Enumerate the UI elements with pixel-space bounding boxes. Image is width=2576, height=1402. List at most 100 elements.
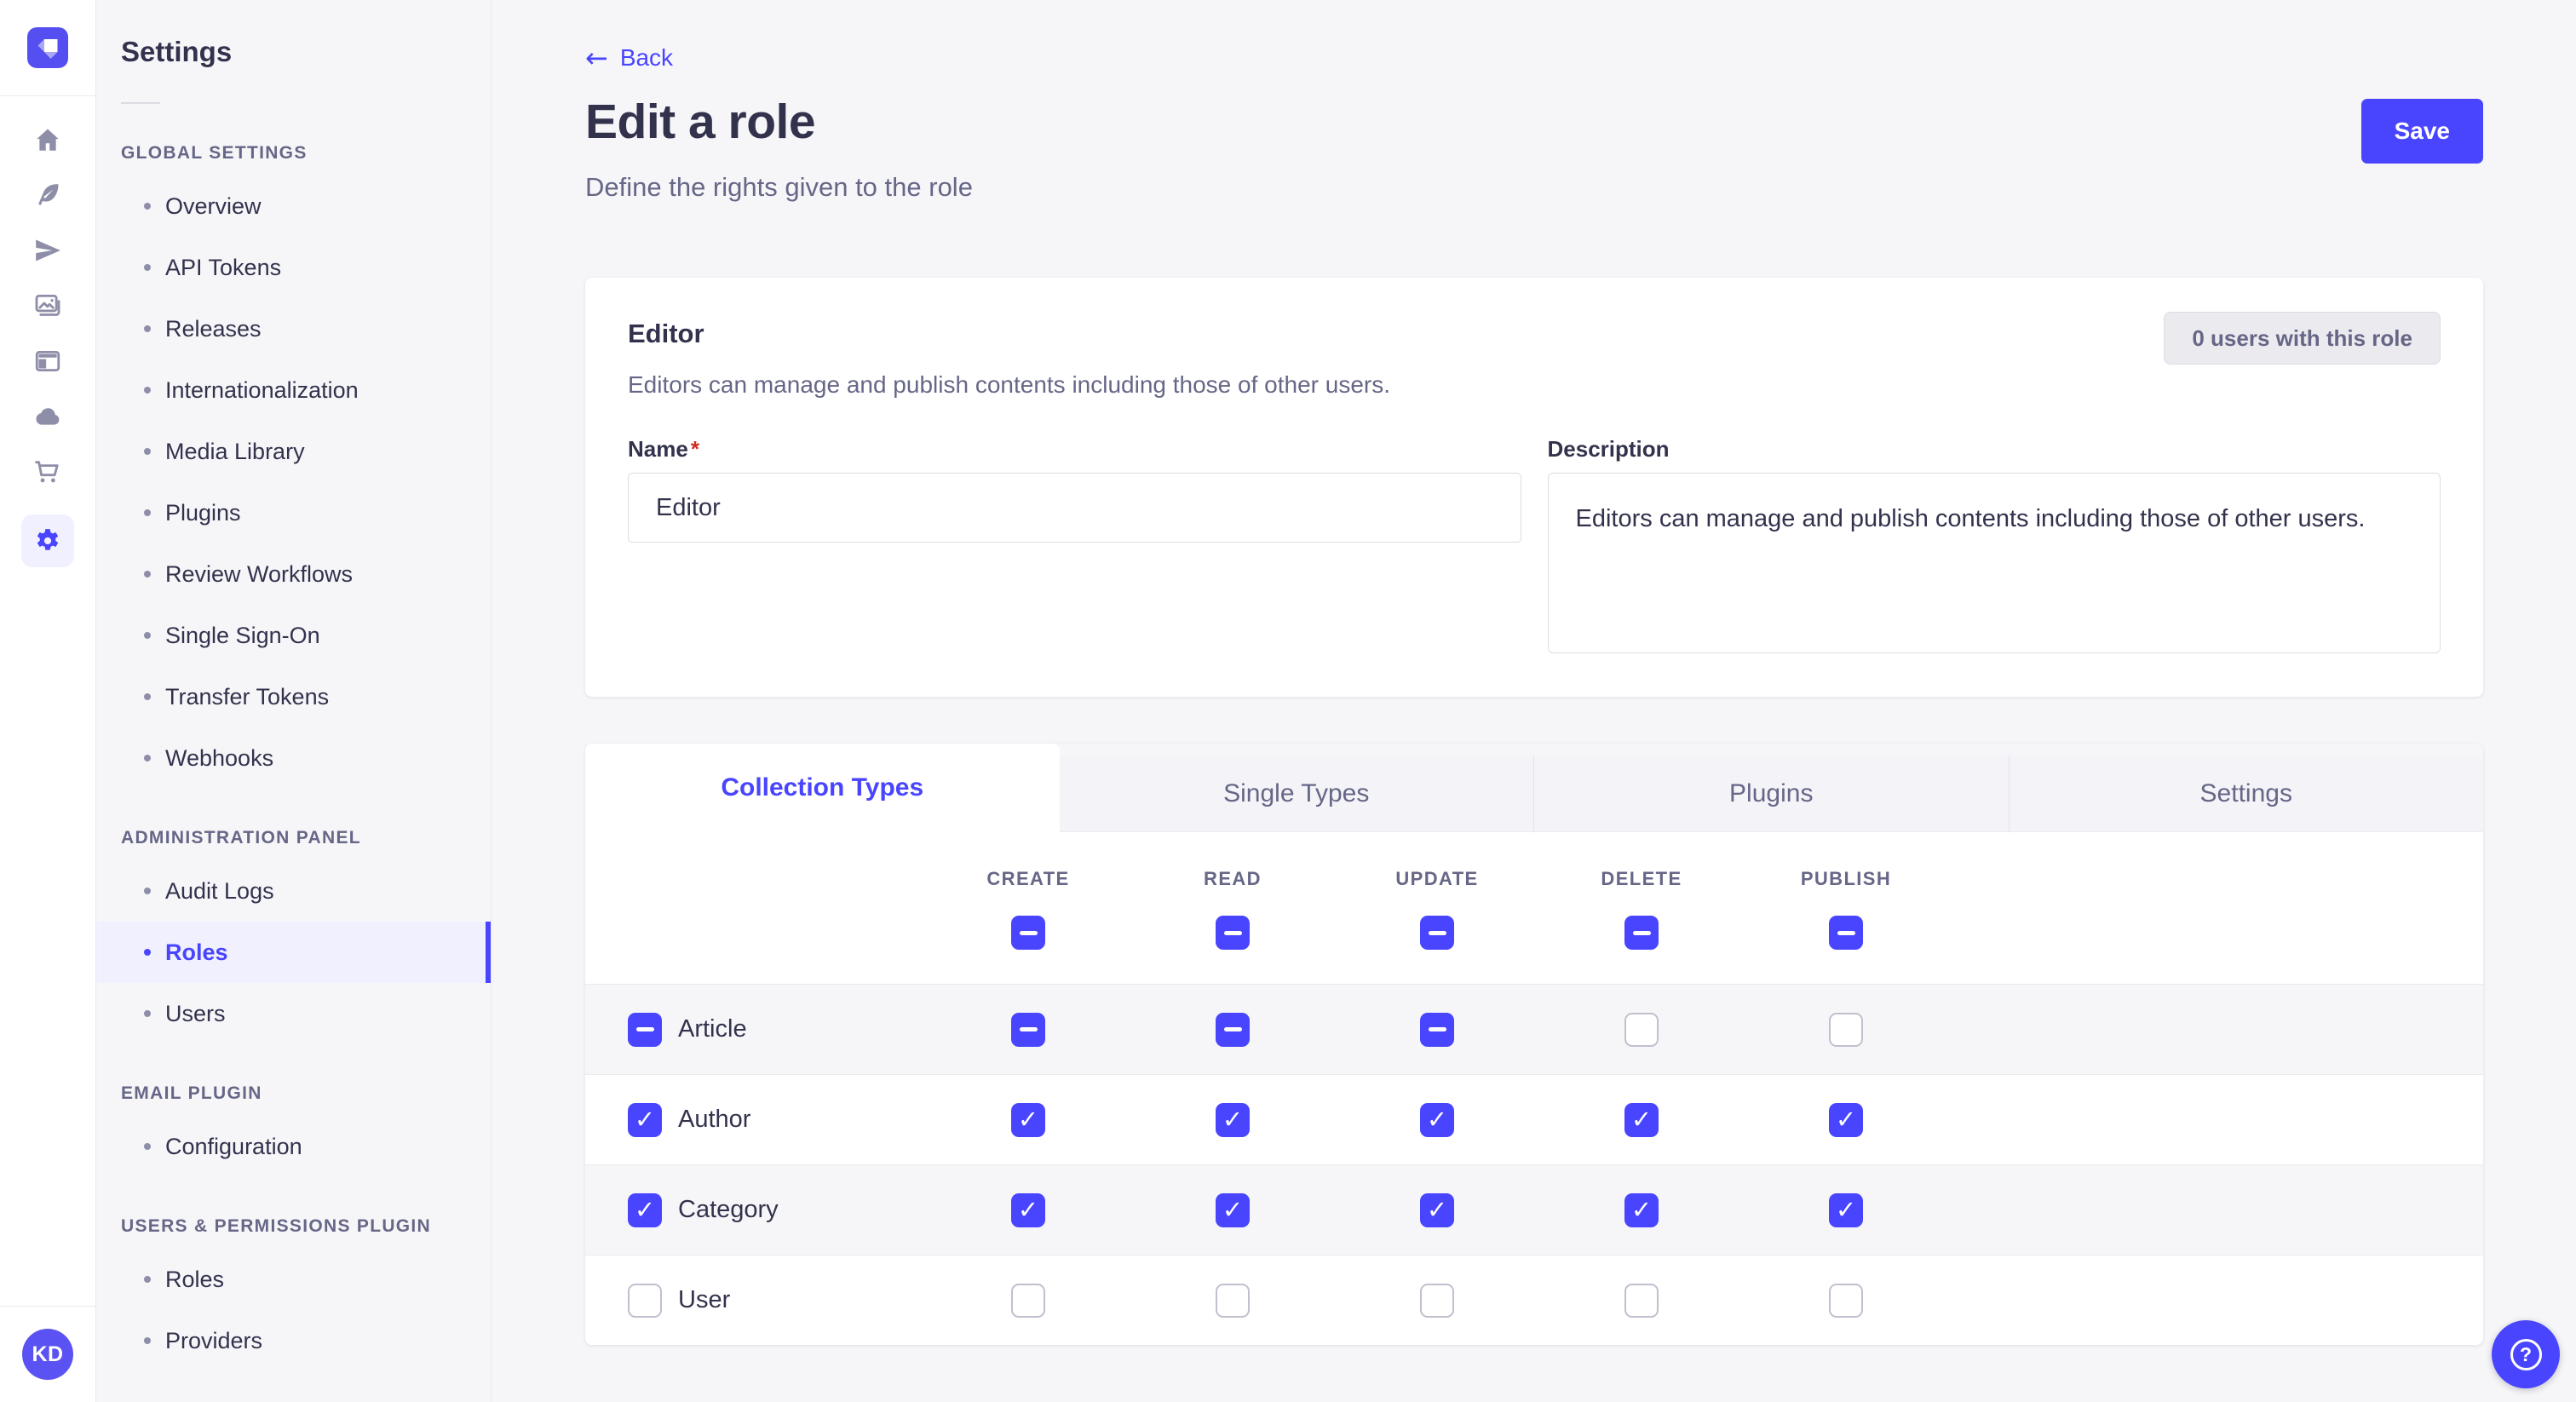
select-all-delete-checkbox[interactable]	[1624, 916, 1659, 950]
row-select-article-checkbox[interactable]	[628, 1013, 662, 1047]
article-read-checkbox[interactable]	[1216, 1013, 1250, 1047]
permissions-tabbar: Collection TypesSingle TypesPluginsSetti…	[585, 744, 2483, 832]
bullet-dot-icon	[144, 387, 151, 394]
sidebar-item-plugins[interactable]: Plugins	[96, 482, 491, 543]
bullet-dot-icon	[144, 509, 151, 516]
sidebar-item-label: Providers	[165, 1328, 262, 1354]
sidebar-item-media-library[interactable]: Media Library	[96, 421, 491, 482]
users-with-role-badge[interactable]: 0 users with this role	[2164, 312, 2441, 365]
select-all-publish-checkbox[interactable]	[1829, 916, 1863, 950]
media-library-icon[interactable]	[32, 290, 64, 322]
sidebar-item-single-sign-on[interactable]: Single Sign-On	[96, 605, 491, 666]
sidebar-item-users[interactable]: Users	[96, 983, 491, 1044]
sidebar-item-label: Single Sign-On	[165, 623, 320, 649]
select-all-read-checkbox[interactable]	[1216, 916, 1250, 950]
sidebar-item-roles[interactable]: Roles	[96, 1249, 491, 1310]
rail-nav-icons	[0, 96, 95, 1306]
permission-row-article: Article	[585, 984, 2483, 1074]
category-read-checkbox[interactable]	[1216, 1193, 1250, 1227]
author-publish-checkbox[interactable]	[1829, 1103, 1863, 1137]
release-plane-icon[interactable]	[32, 234, 64, 267]
subnav-title: Settings	[96, 36, 491, 68]
category-create-checkbox[interactable]	[1011, 1193, 1045, 1227]
subnav-divider	[121, 102, 160, 104]
category-update-checkbox[interactable]	[1420, 1193, 1454, 1227]
tab-single-types[interactable]: Single Types	[1060, 756, 1534, 832]
column-header-delete: Delete	[1539, 868, 1744, 890]
article-update-checkbox[interactable]	[1420, 1013, 1454, 1047]
tab-collection-types[interactable]: Collection Types	[585, 744, 1060, 832]
settings-gear-icon[interactable]	[21, 514, 74, 567]
settings-subnav: Settings Global Settings OverviewAPI Toke…	[96, 0, 492, 1402]
bullet-dot-icon	[144, 1276, 151, 1283]
sidebar-item-api-tokens[interactable]: API Tokens	[96, 237, 491, 298]
article-delete-checkbox[interactable]	[1624, 1013, 1659, 1047]
purchase-cart-icon[interactable]	[32, 456, 64, 488]
sidebar-item-internationalization[interactable]: Internationalization	[96, 359, 491, 421]
author-update-checkbox[interactable]	[1420, 1103, 1454, 1137]
row-label: User	[678, 1286, 730, 1314]
category-publish-checkbox[interactable]	[1829, 1193, 1863, 1227]
sidebar-item-providers[interactable]: Providers	[96, 1310, 491, 1371]
sidebar-item-overview[interactable]: Overview	[96, 175, 491, 237]
article-create-checkbox[interactable]	[1011, 1013, 1045, 1047]
sidebar-item-transfer-tokens[interactable]: Transfer Tokens	[96, 666, 491, 727]
row-select-user-checkbox[interactable]	[628, 1284, 662, 1318]
author-create-checkbox[interactable]	[1011, 1103, 1045, 1137]
role-subtitle: Editors can manage and publish contents …	[628, 371, 2441, 399]
user-delete-checkbox[interactable]	[1624, 1284, 1659, 1318]
avatar[interactable]: KD	[22, 1329, 73, 1380]
article-publish-checkbox[interactable]	[1829, 1013, 1863, 1047]
column-header-publish: Publish	[1744, 868, 1948, 890]
user-create-checkbox[interactable]	[1011, 1284, 1045, 1318]
role-description-textarea[interactable]	[1548, 473, 2441, 653]
tab-plugins[interactable]: Plugins	[1533, 756, 2009, 832]
author-read-checkbox[interactable]	[1216, 1103, 1250, 1137]
user-update-checkbox[interactable]	[1420, 1284, 1454, 1318]
sidebar-item-webhooks[interactable]: Webhooks	[96, 727, 491, 789]
role-name-input[interactable]	[628, 473, 1521, 543]
sidebar-item-label: Users	[165, 1001, 226, 1027]
cloud-icon[interactable]	[32, 400, 64, 433]
column-header-read: Read	[1130, 868, 1335, 890]
sidebar-item-audit-logs[interactable]: Audit Logs	[96, 860, 491, 922]
sidebar-item-configuration[interactable]: Configuration	[96, 1116, 491, 1177]
main-content: ← Back Edit a role Save Define the right…	[492, 0, 2576, 1402]
subnav-section-administration-panel: Administration PanelAudit LogsRolesUsers	[96, 828, 491, 1044]
author-delete-checkbox[interactable]	[1624, 1103, 1659, 1137]
sidebar-item-releases[interactable]: Releases	[96, 298, 491, 359]
sidebar-item-review-workflows[interactable]: Review Workflows	[96, 543, 491, 605]
back-link[interactable]: ← Back	[585, 44, 673, 72]
sidebar-item-roles[interactable]: Roles	[96, 922, 491, 983]
permission-row-user: User	[585, 1255, 2483, 1345]
marketplace-icon[interactable]	[32, 345, 64, 377]
row-select-category-checkbox[interactable]	[628, 1193, 662, 1227]
bullet-dot-icon	[144, 693, 151, 700]
user-read-checkbox[interactable]	[1216, 1284, 1250, 1318]
user-publish-checkbox[interactable]	[1829, 1284, 1863, 1318]
strapi-logo-icon[interactable]	[27, 27, 68, 68]
select-all-create-checkbox[interactable]	[1011, 916, 1045, 950]
save-button[interactable]: Save	[2361, 99, 2483, 164]
rail-avatar-section: KD	[0, 1306, 95, 1402]
bullet-dot-icon	[144, 632, 151, 639]
category-delete-checkbox[interactable]	[1624, 1193, 1659, 1227]
help-button[interactable]: ?	[2492, 1320, 2560, 1388]
content-manager-icon[interactable]	[32, 179, 64, 211]
row-label: Category	[678, 1196, 779, 1224]
home-icon[interactable]	[32, 124, 64, 156]
bullet-dot-icon	[144, 571, 151, 577]
sidebar-item-label: Audit Logs	[165, 878, 274, 905]
bullet-dot-icon	[144, 203, 151, 210]
subnav-section-users-permissions-plugin: Users & Permissions PluginRolesProviders	[96, 1216, 491, 1371]
bullet-dot-icon	[144, 448, 151, 455]
subnav-section-email-plugin: Email PluginConfiguration	[96, 1083, 491, 1177]
bullet-dot-icon	[144, 1143, 151, 1150]
help-icon: ?	[2510, 1339, 2542, 1370]
select-all-update-checkbox[interactable]	[1420, 916, 1454, 950]
bullet-dot-icon	[144, 949, 151, 956]
section-label: Global Settings	[96, 143, 491, 164]
row-select-author-checkbox[interactable]	[628, 1103, 662, 1137]
permissions-card: Collection TypesSingle TypesPluginsSetti…	[585, 744, 2483, 1345]
tab-settings[interactable]: Settings	[2009, 756, 2484, 832]
